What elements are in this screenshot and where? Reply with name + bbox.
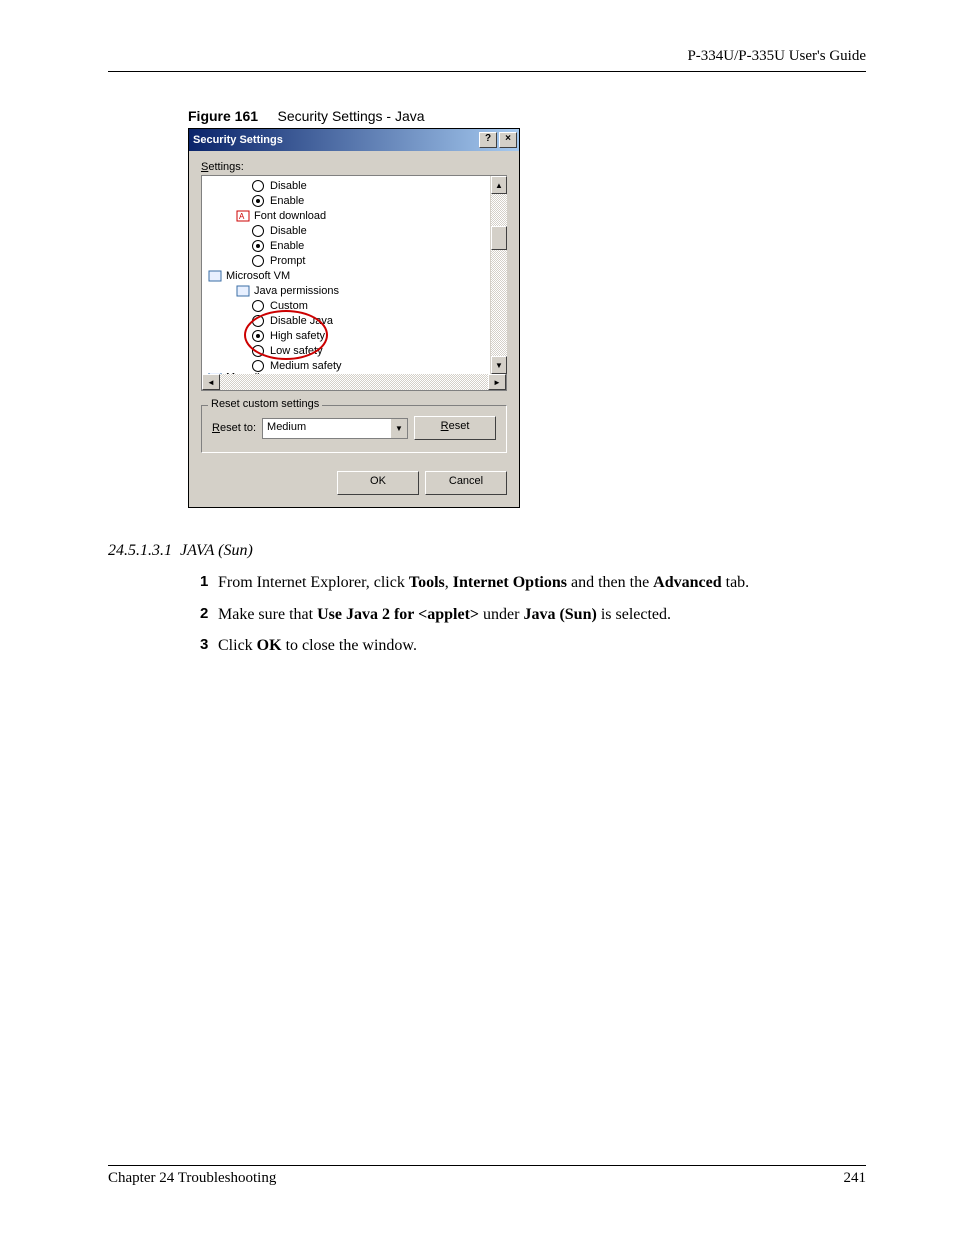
reset-level-value: Medium: [263, 419, 390, 438]
radio-icon: [252, 330, 264, 342]
step-3: 3 Click OK to close the window.: [200, 635, 866, 657]
step-number: 1: [200, 572, 218, 594]
scroll-right-button[interactable]: ►: [488, 374, 506, 390]
settings-tree-container: Disable Enable A Font download D: [201, 175, 507, 374]
footer-page-number: 241: [844, 1170, 867, 1187]
step-2: 2 Make sure that Use Java 2 for <applet>…: [200, 604, 866, 626]
group-java-permissions: Java permissions: [202, 283, 490, 298]
help-button[interactable]: ?: [479, 132, 497, 148]
radio-java-high-safety[interactable]: High safety: [202, 328, 490, 343]
radio-icon: [252, 240, 264, 252]
horizontal-scrollbar[interactable]: ◄ ►: [201, 374, 507, 391]
radio-java-medium-safety[interactable]: Medium safety: [202, 358, 490, 373]
radio-java-low-safety[interactable]: Low safety: [202, 343, 490, 358]
radio-icon: [252, 225, 264, 237]
radio-disable[interactable]: Disable: [202, 178, 490, 193]
radio-enable[interactable]: Enable: [202, 193, 490, 208]
group-miscellaneous-partial: Miscellaneous: [202, 373, 490, 374]
settings-label: Settings:: [201, 161, 507, 173]
footer-chapter: Chapter 24 Troubleshooting: [108, 1170, 276, 1187]
security-settings-dialog: Security Settings ? × Settings: Disable …: [188, 128, 520, 508]
radio-icon: [252, 255, 264, 267]
svg-text:A: A: [239, 212, 245, 221]
chevron-down-icon[interactable]: ▼: [390, 419, 407, 438]
vm-icon: [208, 270, 222, 282]
radio-icon: [252, 315, 264, 327]
ok-button[interactable]: OK: [337, 471, 419, 495]
radio-icon: [252, 300, 264, 312]
figure-number: Figure 161: [188, 108, 258, 124]
reset-to-label: Reset to:: [212, 422, 256, 434]
page-footer: Chapter 24 Troubleshooting 241: [108, 1157, 866, 1187]
reset-button[interactable]: Reset: [414, 416, 496, 440]
header-rule: [108, 71, 866, 72]
section-heading: 24.5.1.3.1 JAVA (Sun): [108, 542, 866, 560]
reset-custom-settings-group: Reset custom settings Reset to: Medium ▼…: [201, 405, 507, 453]
close-button[interactable]: ×: [499, 132, 517, 148]
cancel-button[interactable]: Cancel: [425, 471, 507, 495]
scroll-up-button[interactable]: ▲: [491, 176, 507, 194]
figure-title: Security Settings - Java: [277, 108, 424, 124]
step-1: 1 From Internet Explorer, click Tools, I…: [200, 572, 866, 594]
settings-tree[interactable]: Disable Enable A Font download D: [202, 176, 490, 374]
radio-icon: [252, 195, 264, 207]
misc-icon: [208, 373, 222, 374]
step-text: Make sure that Use Java 2 for <applet> u…: [218, 604, 671, 626]
font-download-icon: A: [236, 210, 250, 222]
step-text: Click OK to close the window.: [218, 635, 417, 657]
running-header: P-334U/P-335U User's Guide: [108, 48, 866, 65]
page: P-334U/P-335U User's Guide Figure 161 Se…: [0, 0, 954, 1235]
scroll-thumb[interactable]: [491, 226, 507, 250]
radio-java-custom[interactable]: Custom: [202, 298, 490, 313]
fieldset-legend: Reset custom settings: [208, 398, 322, 410]
figure-caption: Figure 161 Security Settings - Java: [188, 108, 866, 124]
step-text: From Internet Explorer, click Tools, Int…: [218, 572, 749, 594]
titlebar: Security Settings ? ×: [189, 129, 519, 151]
vertical-scrollbar[interactable]: ▲ ▼: [490, 176, 507, 374]
radio-icon: [252, 345, 264, 357]
group-font-download: A Font download: [202, 208, 490, 223]
footer-rule: [108, 1165, 866, 1166]
dialog-title: Security Settings: [193, 134, 477, 146]
scroll-left-button[interactable]: ◄: [202, 374, 220, 390]
radio-icon: [252, 360, 264, 372]
radio-font-prompt[interactable]: Prompt: [202, 253, 490, 268]
java-permissions-icon: [236, 285, 250, 297]
radio-font-enable[interactable]: Enable: [202, 238, 490, 253]
dialog-body: Settings: Disable Enable A: [189, 151, 519, 507]
radio-font-disable[interactable]: Disable: [202, 223, 490, 238]
reset-level-select[interactable]: Medium ▼: [262, 418, 408, 439]
scroll-down-button[interactable]: ▼: [491, 356, 507, 374]
step-number: 2: [200, 604, 218, 626]
radio-java-disable[interactable]: Disable Java: [202, 313, 490, 328]
instruction-list: 1 From Internet Explorer, click Tools, I…: [200, 572, 866, 657]
radio-icon: [252, 180, 264, 192]
step-number: 3: [200, 635, 218, 657]
group-microsoft-vm: Microsoft VM: [202, 268, 490, 283]
